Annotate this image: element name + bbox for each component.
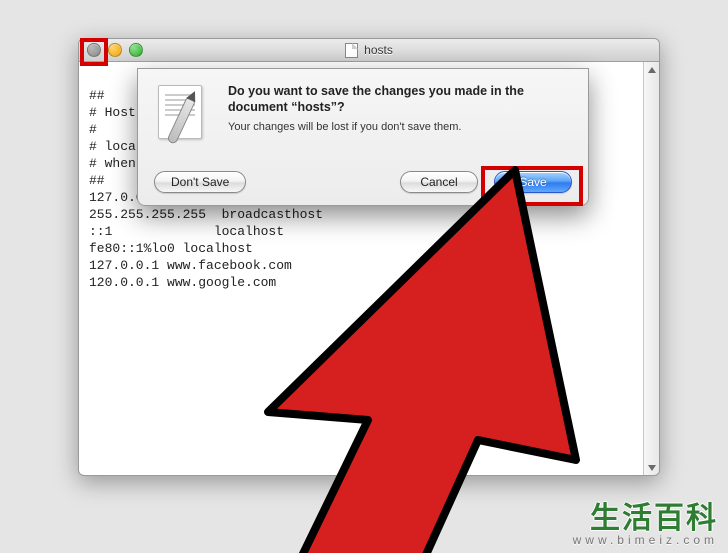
hosts-line: fe80::1%lo0 localhost — [89, 241, 253, 256]
dialog-subtext: Your changes will be lost if you don't s… — [228, 121, 572, 133]
scroll-up-icon[interactable] — [646, 64, 657, 75]
minimize-icon[interactable] — [108, 43, 122, 57]
hosts-line: # — [89, 122, 97, 137]
hosts-line: ## — [89, 88, 105, 103]
hosts-line: ::1 localhost — [89, 224, 284, 239]
window-title-wrap: hosts — [345, 43, 393, 58]
save-dialog: Do you want to save the changes you made… — [137, 68, 589, 206]
titlebar[interactable]: hosts — [79, 39, 659, 62]
hosts-line: 255.255.255.255 broadcasthost — [89, 207, 323, 222]
textedit-app-icon — [154, 83, 214, 143]
vertical-scrollbar[interactable] — [643, 62, 659, 475]
hosts-line: ## — [89, 173, 105, 188]
hosts-line: 120.0.0.1 www.google.com — [89, 275, 276, 290]
scroll-down-icon[interactable] — [646, 462, 657, 473]
window-title: hosts — [364, 43, 393, 57]
watermark-cn: 生活百科 — [573, 493, 718, 537]
watermark: 生活百科 www.bimeiz.com — [573, 493, 718, 547]
traffic-lights — [87, 43, 143, 57]
document-icon — [345, 43, 358, 58]
close-icon[interactable] — [87, 43, 101, 57]
dont-save-button[interactable]: Don't Save — [154, 171, 246, 193]
dialog-heading: Do you want to save the changes you made… — [228, 83, 572, 115]
cancel-button[interactable]: Cancel — [400, 171, 478, 193]
save-button[interactable]: Save — [494, 171, 572, 193]
zoom-icon[interactable] — [129, 43, 143, 57]
hosts-line: 127.0.0.1 www.facebook.com — [89, 258, 292, 273]
watermark-url: www.bimeiz.com — [573, 533, 718, 547]
